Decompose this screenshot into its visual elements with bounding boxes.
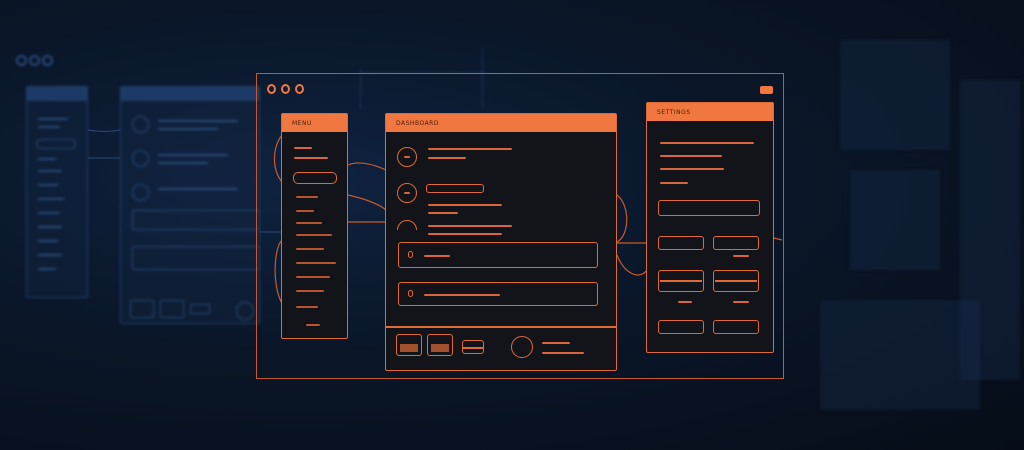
nav-item[interactable] [296, 262, 336, 264]
settings-panel-header: SETTINGS [647, 103, 773, 121]
nav-panel-header: MENU [282, 114, 347, 132]
nav-item[interactable] [296, 306, 318, 308]
settings-input[interactable] [658, 200, 760, 216]
nav-item[interactable] [296, 234, 332, 236]
pin-icon [408, 290, 413, 297]
nav-item[interactable] [296, 276, 330, 278]
panel-divider [386, 326, 616, 328]
nav-search-pill[interactable] [293, 172, 337, 184]
pin-icon [408, 251, 413, 258]
nav-footer-item[interactable] [306, 324, 320, 326]
settings-option-button[interactable] [713, 236, 759, 250]
cursor-arrow-icon [602, 114, 612, 130]
text-field[interactable] [426, 184, 484, 193]
settings-panel: SETTINGS [646, 102, 774, 353]
nav-item[interactable] [296, 196, 318, 198]
nav-item[interactable] [296, 210, 314, 212]
nav-item[interactable] [296, 290, 324, 292]
nav-item[interactable] [296, 248, 324, 250]
nav-item[interactable] [296, 222, 322, 224]
avatar-icon[interactable] [511, 336, 533, 358]
settings-option-button[interactable] [658, 236, 704, 250]
settings-option-button[interactable] [658, 320, 704, 334]
main-panel-header: DASHBOARD [386, 114, 616, 132]
settings-option-button[interactable] [713, 320, 759, 334]
